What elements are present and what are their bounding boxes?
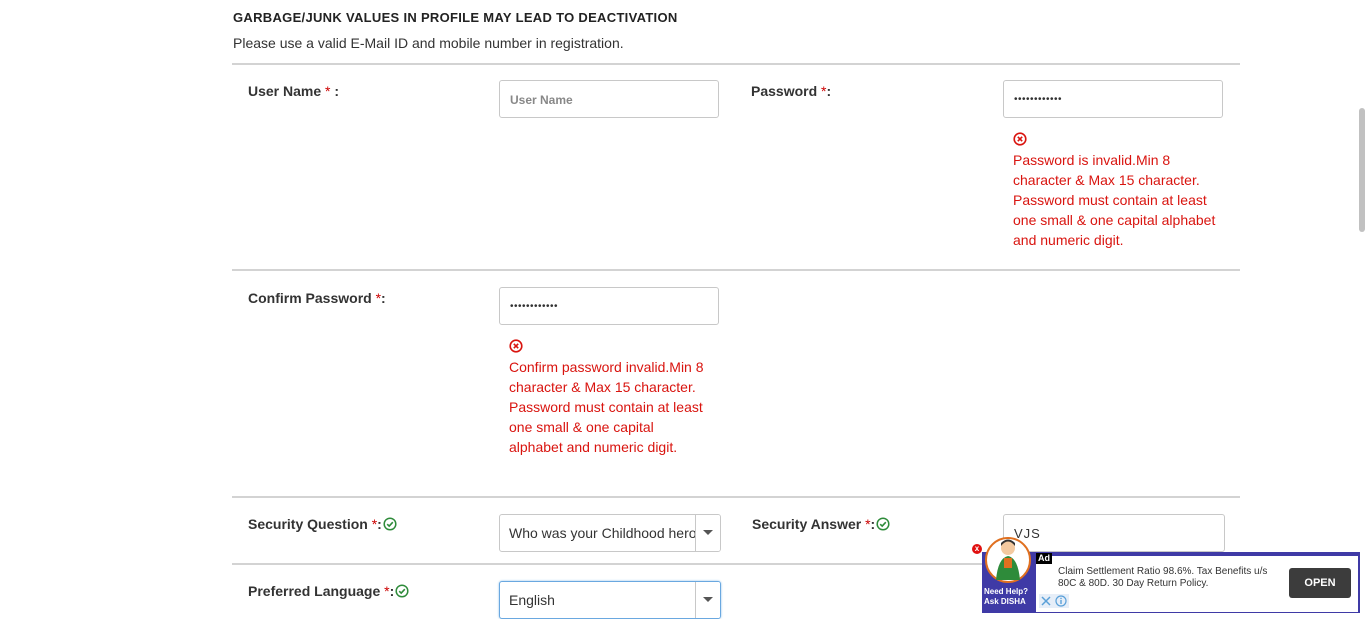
security-question-select[interactable]: Who was your Childhood hero? <box>499 514 721 552</box>
disha-help-label[interactable]: Need Help? Ask DISHA <box>984 587 1034 607</box>
error-icon <box>1013 132 1027 146</box>
password-error: Password is invalid.Min 8 character & Ma… <box>1013 152 1216 248</box>
chevron-down-icon <box>703 597 713 602</box>
ad-text: Claim Settlement Ratio 98.6%. Tax Benefi… <box>1058 566 1268 589</box>
ad-open-button[interactable]: OPEN <box>1289 568 1351 598</box>
username-label: User Name * : <box>248 83 340 99</box>
disha-close-icon[interactable]: x <box>972 544 982 554</box>
preferred-language-label: Preferred Language *: <box>248 583 409 599</box>
ad-choices[interactable] <box>1039 594 1069 608</box>
password-input[interactable]: •••••••••••• <box>1003 80 1223 118</box>
security-answer-label: Security Answer *: <box>752 516 890 532</box>
security-question-label: Security Question *: <box>248 516 397 532</box>
check-circle-icon <box>876 517 890 531</box>
confirm-password-label: Confirm Password *: <box>248 290 386 306</box>
registration-note: Please use a valid E-Mail ID and mobile … <box>233 35 624 51</box>
scrollbar[interactable] <box>1359 108 1365 232</box>
confirm-password-input[interactable]: •••••••••••• <box>499 287 719 325</box>
ad-badge: Ad <box>1036 553 1052 564</box>
info-icon[interactable] <box>1055 595 1067 607</box>
registration-heading: GARBAGE/JUNK VALUES IN PROFILE MAY LEAD … <box>233 10 678 25</box>
password-label: Password *: <box>751 83 832 99</box>
divider <box>232 496 1240 498</box>
divider <box>232 269 1240 271</box>
confirm-password-error: Confirm password invalid.Min 8 character… <box>509 359 704 455</box>
username-input[interactable]: User Name <box>499 80 719 118</box>
preferred-language-select[interactable]: English <box>499 581 721 619</box>
preferred-language-value: English <box>509 592 555 608</box>
check-circle-icon <box>383 517 397 531</box>
error-icon <box>509 339 523 353</box>
divider <box>232 563 982 565</box>
close-icon[interactable] <box>1041 596 1051 606</box>
check-circle-icon <box>395 584 409 598</box>
ad-content[interactable]: Claim Settlement Ratio 98.6%. Tax Benefi… <box>1036 556 1358 612</box>
dropdown-toggle[interactable] <box>695 515 720 551</box>
divider <box>232 63 1240 65</box>
security-answer-input[interactable]: VJS <box>1003 514 1225 552</box>
disha-avatar-icon[interactable] <box>984 534 1034 588</box>
security-question-value: Who was your Childhood hero? <box>509 525 697 541</box>
chevron-down-icon <box>703 530 713 535</box>
